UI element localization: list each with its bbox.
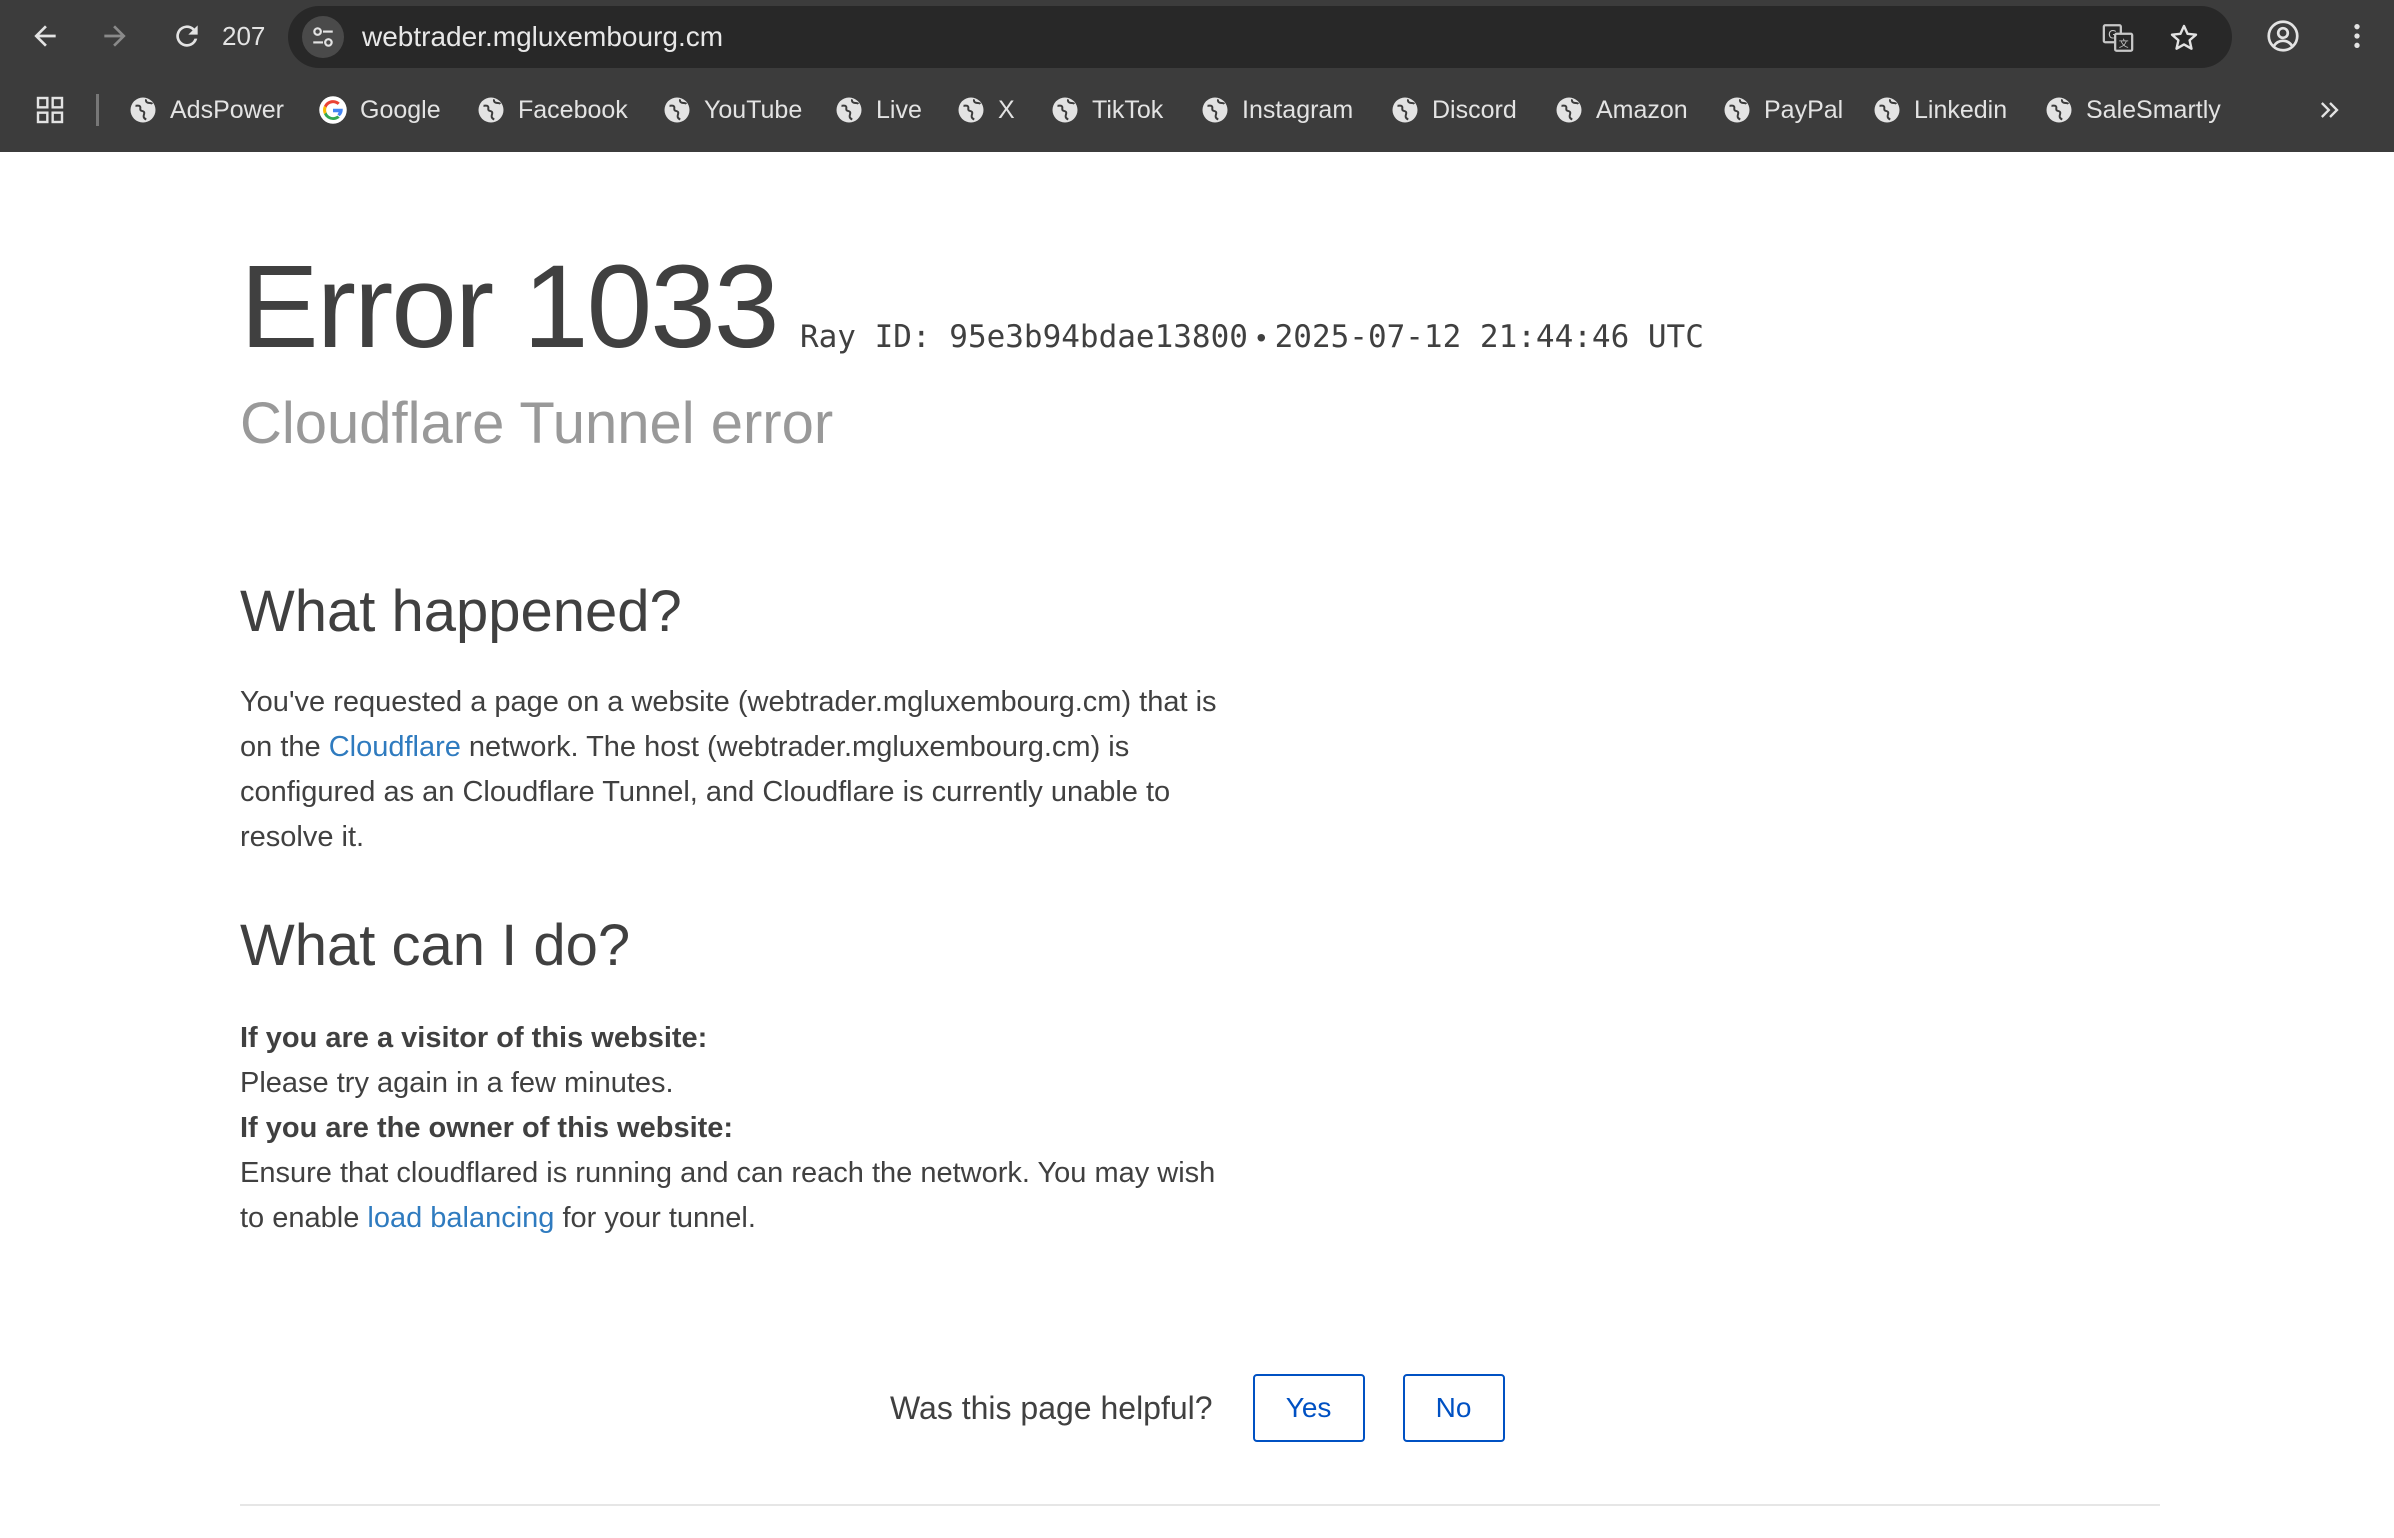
- apps-button[interactable]: [34, 94, 66, 131]
- bookmark-salesmartly[interactable]: SaleSmartly: [2044, 90, 2221, 130]
- bookmark-amazon[interactable]: Amazon: [1554, 90, 1688, 130]
- browser-toolbar: 207 webtrader.mgluxembourg.cm G 文: [0, 0, 2394, 72]
- reload-icon: [176, 25, 198, 47]
- address-bar[interactable]: webtrader.mgluxembourg.cm G 文: [288, 6, 2232, 68]
- what-can-i-do-section: What can I do? If you are a visitor of t…: [240, 910, 1220, 1241]
- bookmark-star-button[interactable]: [2164, 18, 2204, 58]
- tab-count[interactable]: 207: [222, 18, 265, 54]
- load-balancing-link[interactable]: load balancing: [367, 1202, 554, 1234]
- translate-button[interactable]: G 文: [2098, 18, 2138, 58]
- star-icon: [2170, 24, 2198, 50]
- arrow-left-icon: [34, 25, 56, 47]
- globe-icon: [836, 97, 862, 123]
- visitor-label: If you are a visitor of this website:: [240, 1022, 708, 1054]
- browser-chrome: 207 webtrader.mgluxembourg.cm G 文 AdsPow…: [0, 0, 2394, 152]
- bookmark-label: Linkedin: [1914, 96, 2008, 124]
- browser-menu-button[interactable]: [2334, 13, 2380, 59]
- globe-icon: [1556, 97, 1582, 123]
- bookmark-label: X: [998, 96, 1015, 124]
- arrow-right-icon: [104, 25, 126, 47]
- what-happened-heading: What happened?: [240, 579, 682, 644]
- bookmark-label: YouTube: [704, 96, 803, 124]
- site-info-button[interactable]: [302, 16, 344, 58]
- globe-icon: [2046, 97, 2072, 123]
- bookmark-label: Google: [360, 96, 441, 124]
- bookmark-tiktok[interactable]: TikTok: [1050, 90, 1163, 130]
- visitor-text: Please try again in a few minutes.: [240, 1067, 674, 1099]
- bookmark-label: AdsPower: [170, 96, 284, 124]
- bookmark-linkedin[interactable]: Linkedin: [1872, 90, 2007, 130]
- bookmark-label: Live: [876, 96, 922, 124]
- visitor-block: If you are a visitor of this website: Pl…: [240, 1016, 1220, 1241]
- forward-button[interactable]: [92, 13, 138, 59]
- what-happened-text: You've requested a page on a website (we…: [240, 680, 1220, 860]
- more-bookmarks-button[interactable]: [2310, 90, 2350, 130]
- bookmark-adspower[interactable]: AdsPower: [128, 90, 284, 130]
- bookmark-label: PayPal: [1764, 96, 1844, 124]
- translate-icon: G 文: [2102, 24, 2134, 52]
- feedback-yes-button[interactable]: Yes: [1252, 1374, 1365, 1442]
- cloudflare-link[interactable]: Cloudflare: [329, 731, 461, 763]
- google-icon: [319, 96, 347, 124]
- bookmark-live[interactable]: Live: [834, 90, 922, 130]
- error-timestamp: 2025-07-12 21:44:46 UTC: [1274, 319, 1704, 355]
- ray-id: Ray ID: 95e3b94bdae13800: [799, 319, 1248, 355]
- bookmark-label: TikTok: [1092, 96, 1164, 124]
- bookmark-instagram[interactable]: Instagram: [1200, 90, 1353, 130]
- account-circle-icon: [2267, 20, 2299, 52]
- bookmark-label: Facebook: [518, 96, 628, 124]
- error-subtitle: Cloudflare Tunnel error: [240, 391, 834, 456]
- bookmark-discord[interactable]: Discord: [1390, 90, 1517, 130]
- globe-icon: [1052, 97, 1078, 123]
- bookmark-label: Amazon: [1596, 96, 1688, 124]
- separator-dot: •: [1256, 322, 1267, 353]
- bookmarks-separator: [96, 94, 99, 126]
- reload-button[interactable]: [164, 13, 210, 59]
- globe-icon: [1724, 97, 1750, 123]
- feedback-question: Was this page helpful?: [890, 1389, 1213, 1426]
- url-text[interactable]: webtrader.mgluxembourg.cm: [362, 19, 723, 55]
- bookmark-label: Discord: [1432, 96, 1517, 124]
- globe-icon: [664, 97, 690, 123]
- globe-icon: [958, 97, 984, 123]
- globe-icon: [1202, 97, 1228, 123]
- tune-icon: [313, 27, 333, 47]
- feedback-no-button[interactable]: No: [1402, 1374, 1505, 1442]
- bookmark-label: Instagram: [1242, 96, 1354, 124]
- globe-icon: [478, 97, 504, 123]
- what-can-i-do-heading: What can I do?: [240, 913, 631, 978]
- globe-icon: [1392, 97, 1418, 123]
- bookmarks-bar: AdsPower Google Facebook YouTube Live X TikTok…: [0, 80, 2394, 140]
- bookmark-facebook[interactable]: Facebook: [476, 90, 628, 130]
- bookmark-x[interactable]: X: [956, 90, 1015, 130]
- apps-grid-icon: [36, 96, 64, 124]
- error-title: Error 1033: [240, 241, 780, 373]
- globe-icon: [130, 97, 156, 123]
- feedback-bar: Was this page helpful? Yes No: [890, 1374, 1543, 1442]
- svg-text:文: 文: [2119, 37, 2129, 50]
- chevron-double-right-icon: [2321, 102, 2339, 118]
- bookmark-google[interactable]: Google: [318, 90, 441, 130]
- what-happened-section: What happened? You've requested a page o…: [240, 576, 1220, 860]
- owner-label: If you are the owner of this website:: [240, 1112, 734, 1144]
- footer-divider: [240, 1504, 2160, 1506]
- owner-text-2: for your tunnel.: [554, 1202, 756, 1234]
- bookmark-youtube[interactable]: YouTube: [662, 90, 802, 130]
- error-header: Error 1033 Ray ID: 95e3b94bdae13800 • 20…: [240, 242, 1704, 372]
- error-page: Error 1033 Ray ID: 95e3b94bdae13800 • 20…: [0, 152, 2394, 1538]
- more-vertical-icon: [2354, 24, 2360, 48]
- bookmark-label: SaleSmartly: [2086, 96, 2221, 124]
- globe-icon: [1874, 97, 1900, 123]
- back-button[interactable]: [22, 13, 68, 59]
- bookmark-paypal[interactable]: PayPal: [1722, 90, 1843, 130]
- profile-button[interactable]: [2260, 13, 2306, 59]
